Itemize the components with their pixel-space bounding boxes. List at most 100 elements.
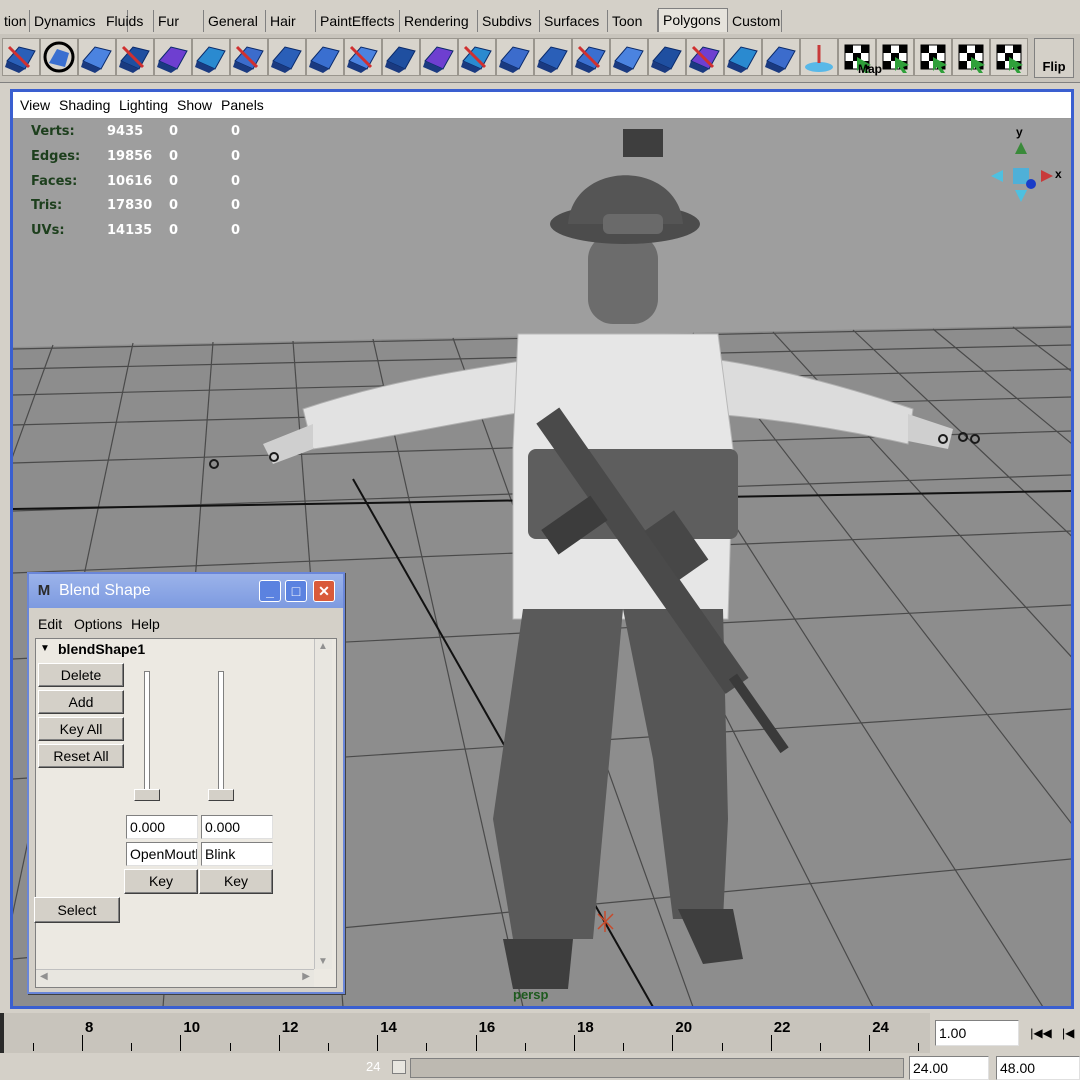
separate-icon[interactable] <box>116 38 154 76</box>
timeline-tick <box>328 1043 329 1051</box>
hud-value: 0 <box>169 173 179 189</box>
show-menu[interactable]: Show <box>177 97 212 113</box>
shelf-tab-custom[interactable]: Custom <box>728 10 782 32</box>
delete-button[interactable]: Delete <box>38 663 124 687</box>
time-slider[interactable]: 681012141618202224 <box>0 1013 930 1053</box>
range-end-field[interactable]: 24.00 <box>909 1056 989 1080</box>
openmouth-key-button[interactable]: Key <box>124 869 198 894</box>
extrude-edge-icon[interactable] <box>344 38 382 76</box>
extrude-face-icon[interactable] <box>306 38 344 76</box>
openmouth-weight-field[interactable]: 0.000 <box>126 815 198 839</box>
scroll-up-icon[interactable]: ▲ <box>318 641 328 652</box>
shelf-tab-polygons[interactable]: Polygons <box>658 8 728 32</box>
openmouth-target-name-field[interactable]: OpenMouth <box>126 842 198 866</box>
window-title-bar[interactable]: M Blend Shape _ □ ✕ <box>29 574 343 608</box>
add-button[interactable]: Add <box>38 690 124 714</box>
blend-shape-window[interactable]: M Blend Shape _ □ ✕ Edit Options Help ▼ … <box>27 572 345 994</box>
harden-icon[interactable] <box>724 38 762 76</box>
step-back-icon[interactable]: |◀ <box>1062 1020 1080 1046</box>
shelf-tab-surfaces[interactable]: Surfaces <box>540 10 608 32</box>
smooth-icon[interactable] <box>230 38 268 76</box>
key-all-button[interactable]: Key All <box>38 717 124 741</box>
close-button[interactable]: ✕ <box>313 580 335 602</box>
playhead[interactable] <box>0 1013 4 1053</box>
blink-target-name-field[interactable]: Blink <box>201 842 273 866</box>
lasso-icon[interactable] <box>40 38 78 76</box>
shading-menu[interactable]: Shading <box>59 97 110 113</box>
flip-uv-icon[interactable] <box>990 38 1028 76</box>
range-slider-bar[interactable] <box>410 1058 904 1078</box>
normal-icon[interactable] <box>762 38 800 76</box>
lighting-menu[interactable]: Lighting <box>119 97 168 113</box>
merge-icon[interactable] <box>496 38 534 76</box>
duplicate-face-icon[interactable] <box>648 38 686 76</box>
scroll-left-icon[interactable]: ◀ <box>40 971 48 982</box>
shelf-tab-fluids[interactable]: Fluids <box>102 10 154 32</box>
minimize-button[interactable]: _ <box>259 580 281 602</box>
range-slider-handle[interactable] <box>392 1060 406 1074</box>
shelf-tab-subdivs[interactable]: Subdivs <box>478 10 540 32</box>
poke-icon[interactable] <box>420 38 458 76</box>
bevel-icon[interactable] <box>458 38 496 76</box>
hud-value: 0 <box>231 198 241 214</box>
timeline-tick <box>82 1035 83 1051</box>
hud-value: 0 <box>169 198 179 214</box>
timeline-frame-label: 10 <box>183 1019 201 1036</box>
horizontal-scrollbar[interactable]: ◀ ▶ <box>36 969 314 987</box>
edit-menu[interactable]: Edit <box>38 616 62 632</box>
select-button[interactable]: Select <box>34 897 120 923</box>
blink-key-button[interactable]: Key <box>199 869 273 894</box>
collapse-arrow-icon[interactable]: ▼ <box>40 643 50 654</box>
shelf-tab-rendering[interactable]: Rendering <box>400 10 478 32</box>
go-to-start-icon[interactable]: |◀◀ <box>1024 1020 1058 1046</box>
fill-hole-icon[interactable] <box>610 38 648 76</box>
shelf-tab-toon[interactable]: Toon <box>608 10 658 32</box>
view-menu[interactable]: View <box>20 97 50 113</box>
range-slider-value: 24 <box>366 1059 381 1074</box>
current-time-field[interactable]: 1.00 <box>935 1020 1019 1046</box>
shelf-tab-animation[interactable]: tion <box>0 10 30 32</box>
blink-weight-field[interactable]: 0.000 <box>201 815 273 839</box>
uv-editor-icon[interactable] <box>952 38 990 76</box>
panels-menu[interactable]: Panels <box>221 97 264 113</box>
openmouth-slider-handle[interactable] <box>134 789 160 801</box>
view-axis-gizmo[interactable]: y x <box>979 126 1063 210</box>
blink-slider[interactable] <box>218 671 224 801</box>
extract-icon[interactable] <box>78 38 116 76</box>
hud-value: 0 <box>231 148 241 164</box>
shelf-tab-general[interactable]: General <box>204 10 266 32</box>
help-menu[interactable]: Help <box>131 616 160 632</box>
shelf-tab-fur[interactable]: Fur <box>154 10 204 32</box>
scroll-right-icon[interactable]: ▶ <box>302 971 310 982</box>
collapse-icon[interactable] <box>534 38 572 76</box>
anim-end-field[interactable]: 48.00 <box>996 1056 1080 1080</box>
timeline-frame-label: 22 <box>773 1019 791 1036</box>
bool-icon[interactable] <box>192 38 230 76</box>
shelf-tab-painteffects[interactable]: PaintEffects <box>316 10 400 32</box>
window-title: Blend Shape <box>59 582 151 599</box>
axis-y-cone <box>1015 142 1027 154</box>
reset-all-button[interactable]: Reset All <box>38 744 124 768</box>
timeline-frame-label: 24 <box>872 1019 889 1036</box>
vertical-scrollbar[interactable]: ▲ ▼ <box>314 639 332 969</box>
viewport-menu-bar: View Shading Lighting Show Panels <box>13 92 1071 119</box>
flip-button[interactable]: Flip <box>1034 38 1074 78</box>
range-slider[interactable]: 24 <box>0 1056 905 1080</box>
scroll-down-icon[interactable]: ▼ <box>318 956 328 967</box>
combine-icon[interactable] <box>154 38 192 76</box>
shelf-tab-hair[interactable]: Hair <box>266 10 316 32</box>
options-menu[interactable]: Options <box>74 616 122 632</box>
soften-icon[interactable] <box>686 38 724 76</box>
openmouth-slider[interactable] <box>144 671 150 801</box>
map-label: Map <box>858 62 882 76</box>
maximize-button[interactable]: □ <box>285 580 307 602</box>
timeline-tick <box>918 1043 920 1051</box>
sphere-select-icon[interactable] <box>2 38 40 76</box>
hud-label: Faces: <box>31 173 78 189</box>
wedge-icon[interactable] <box>382 38 420 76</box>
auto-map-icon[interactable] <box>914 38 952 76</box>
blink-slider-handle[interactable] <box>208 789 234 801</box>
append-icon[interactable] <box>572 38 610 76</box>
planar-map-icon[interactable] <box>800 38 838 76</box>
split-icon[interactable] <box>268 38 306 76</box>
